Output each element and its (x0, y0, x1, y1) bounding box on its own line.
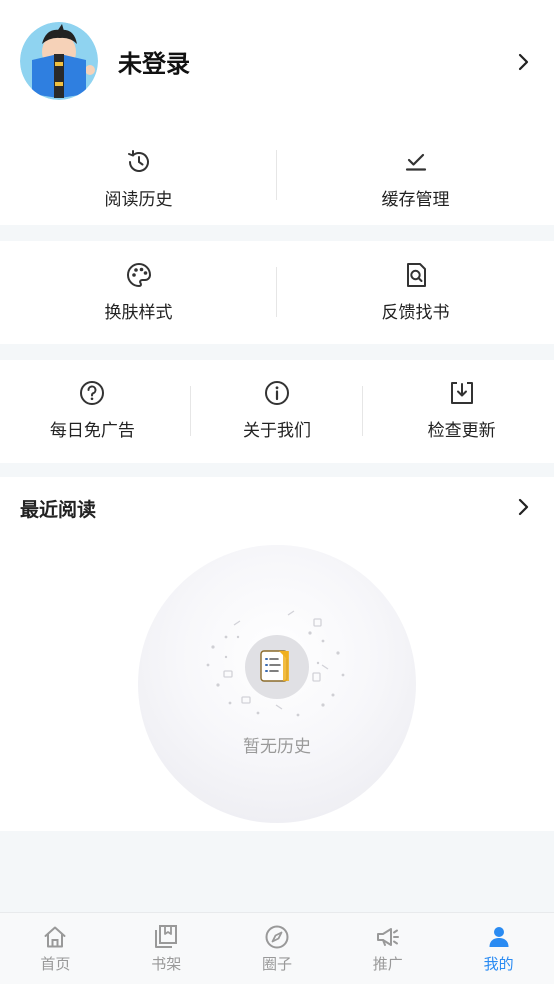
question-circle-icon (78, 379, 106, 407)
menu-skin-style[interactable]: 换肤样式 (0, 241, 277, 344)
history-icon (125, 148, 153, 176)
divider (362, 386, 363, 436)
compass-icon (264, 924, 290, 950)
empty-state-bubble: 暂无历史 (138, 545, 416, 823)
menu-label: 换肤样式 (104, 303, 173, 323)
download-check-icon (402, 148, 430, 176)
recent-chevron-right-icon[interactable] (514, 497, 534, 517)
update-download-icon (448, 379, 476, 407)
menu-row-3: 每日免广告 关于我们 检查更新 (0, 360, 554, 463)
menu-label: 关于我们 (243, 421, 311, 441)
megaphone-icon (375, 924, 401, 950)
menu-label: 每日免广告 (49, 421, 135, 441)
info-circle-icon (263, 379, 291, 407)
tab-label: 推广 (372, 955, 403, 973)
bookshelf-icon (153, 924, 179, 950)
menu-row-1: 阅读历史 缓存管理 (0, 126, 554, 225)
menu-check-update[interactable]: 检查更新 (369, 360, 554, 463)
tab-home[interactable]: 首页 (0, 913, 111, 984)
divider (190, 386, 191, 436)
menu-daily-ad-free[interactable]: 每日免广告 (0, 360, 185, 463)
home-icon (42, 924, 68, 950)
tab-circle[interactable]: 圈子 (222, 913, 333, 984)
tab-label: 书架 (151, 955, 182, 973)
divider (276, 150, 277, 200)
tab-label: 首页 (40, 955, 71, 973)
profile-chevron-right-icon[interactable] (514, 52, 534, 72)
empty-state-text: 暂无历史 (243, 737, 311, 757)
profile-section: 未登录 阅读历史 缓存管理 (0, 0, 554, 225)
recent-reading-section: 最近阅读 暂无历史 (0, 477, 554, 831)
tab-mine[interactable]: 我的 (443, 913, 554, 984)
menu-about-us[interactable]: 关于我们 (185, 360, 370, 463)
menu-label: 检查更新 (427, 421, 496, 441)
recent-reading-title[interactable]: 最近阅读 (20, 495, 96, 522)
menu-label: 阅读历史 (104, 190, 173, 210)
menu-reading-history[interactable]: 阅读历史 (0, 126, 277, 225)
tab-label: 圈子 (261, 955, 292, 973)
bottom-tab-bar: 首页 书架 圈子 推广 我的 (0, 912, 554, 984)
empty-history-icon (206, 610, 345, 717)
menu-label: 缓存管理 (381, 190, 450, 210)
divider (276, 267, 277, 317)
menu-cache-management[interactable]: 缓存管理 (277, 126, 554, 225)
person-icon (486, 924, 512, 950)
tab-bookshelf[interactable]: 书架 (111, 913, 222, 984)
palette-icon (125, 261, 153, 289)
search-document-icon (402, 261, 430, 289)
menu-label: 反馈找书 (381, 303, 450, 323)
tab-label: 我的 (483, 955, 514, 973)
username[interactable]: 未登录 (118, 44, 190, 79)
tab-promote[interactable]: 推广 (332, 913, 443, 984)
avatar[interactable] (20, 22, 98, 100)
menu-feedback-find-book[interactable]: 反馈找书 (277, 241, 554, 344)
menu-row-2: 换肤样式 反馈找书 (0, 241, 554, 344)
